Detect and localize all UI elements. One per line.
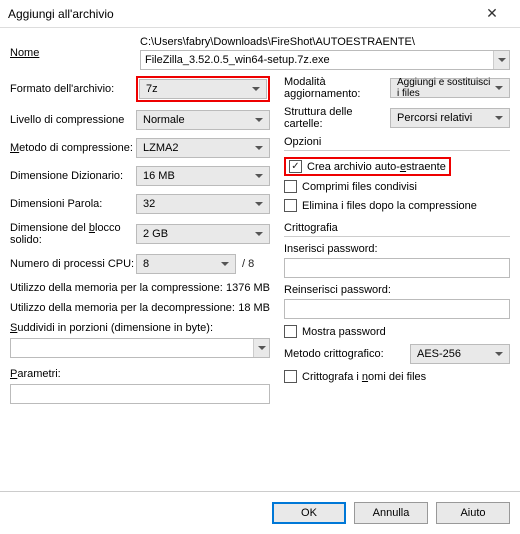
pass1-input[interactable] [284,258,510,278]
pathmode-label: Struttura delle cartelle: [284,106,384,130]
encnames-checkbox[interactable] [284,370,297,383]
title-bar: Aggiungi all'archivio ✕ [0,0,520,28]
level-label: Livello di compressione [10,114,136,126]
level-select[interactable]: Normale [136,110,270,130]
pass1-label: Inserisci password: [284,243,510,255]
mem-comp-value: 1376 MB [226,282,270,294]
archive-name-field[interactable] [141,54,493,66]
close-icon[interactable]: ✕ [472,5,512,22]
dialog-content: Nome C:\Users\fabry\Downloads\FireShot\A… [0,28,520,404]
window-title: Aggiungi all'archivio [8,7,472,21]
dict-label: Dimensione Dizionario: [10,170,136,182]
pathmode-select[interactable]: Percorsi relativi [390,108,510,128]
ok-button[interactable]: OK [272,502,346,524]
name-label: Nome [10,47,140,59]
word-label: Dimensioni Parola: [10,198,136,210]
archive-name-input[interactable] [140,50,510,70]
block-label: Dimensione del blocco solido: [10,222,136,246]
pass2-label: Reinserisci password: [284,284,510,296]
delete-label: Elimina i files dopo la compressione [302,200,477,212]
split-label: Suddividi in porzioni (dimensione in byt… [10,322,270,334]
format-label: Formato dell'archivio: [10,83,136,95]
sfx-label: Crea archivio auto-estraente [307,161,446,173]
split-input[interactable] [10,338,270,358]
chevron-down-icon[interactable] [253,339,269,357]
shared-label: Comprimi files condivisi [302,181,417,193]
method-select[interactable]: LZMA2 [136,138,270,158]
name-row: Nome C:\Users\fabry\Downloads\FireShot\A… [10,36,510,70]
params-label: Parametri: [10,368,270,380]
pass2-input[interactable] [284,299,510,319]
mem-comp-label: Utilizzo della memoria per la compressio… [10,282,223,294]
options-title: Opzioni [284,136,510,148]
method-label: Metodo di compressione: [10,142,136,154]
chevron-down-icon[interactable] [493,51,509,69]
showpass-checkbox[interactable] [284,325,297,338]
delete-checkbox[interactable] [284,199,297,212]
word-select[interactable]: 32 [136,194,270,214]
archive-path: C:\Users\fabry\Downloads\FireShot\AUTOES… [140,36,510,48]
block-select[interactable]: 2 GB [136,224,270,244]
mem-decomp-label: Utilizzo della memoria per la decompress… [10,302,235,314]
cpu-label: Numero di processi CPU: [10,258,136,270]
showpass-label: Mostra password [302,326,386,338]
cpu-select[interactable]: 8 [136,254,236,274]
dict-select[interactable]: 16 MB [136,166,270,186]
crypt-title: Crittografia [284,222,510,234]
cryptmethod-select[interactable]: AES-256 [410,344,510,364]
params-input[interactable] [10,384,270,404]
help-button[interactable]: Aiuto [436,502,510,524]
updatemode-label: Modalità aggiornamento: [284,76,384,100]
sfx-checkbox[interactable] [289,160,302,173]
cancel-button[interactable]: Annulla [354,502,428,524]
format-select[interactable]: 7z [139,79,267,99]
shared-checkbox[interactable] [284,180,297,193]
button-bar: OK Annulla Aiuto [0,491,520,534]
cryptmethod-label: Metodo crittografico: [284,348,404,360]
updatemode-select[interactable]: Aggiungi e sostituisci i files [390,78,510,98]
cpu-total: / 8 [242,258,254,270]
encnames-label: Crittografa i nomi dei files [302,371,426,383]
mem-decomp-value: 18 MB [238,302,270,314]
split-field[interactable] [11,342,253,354]
